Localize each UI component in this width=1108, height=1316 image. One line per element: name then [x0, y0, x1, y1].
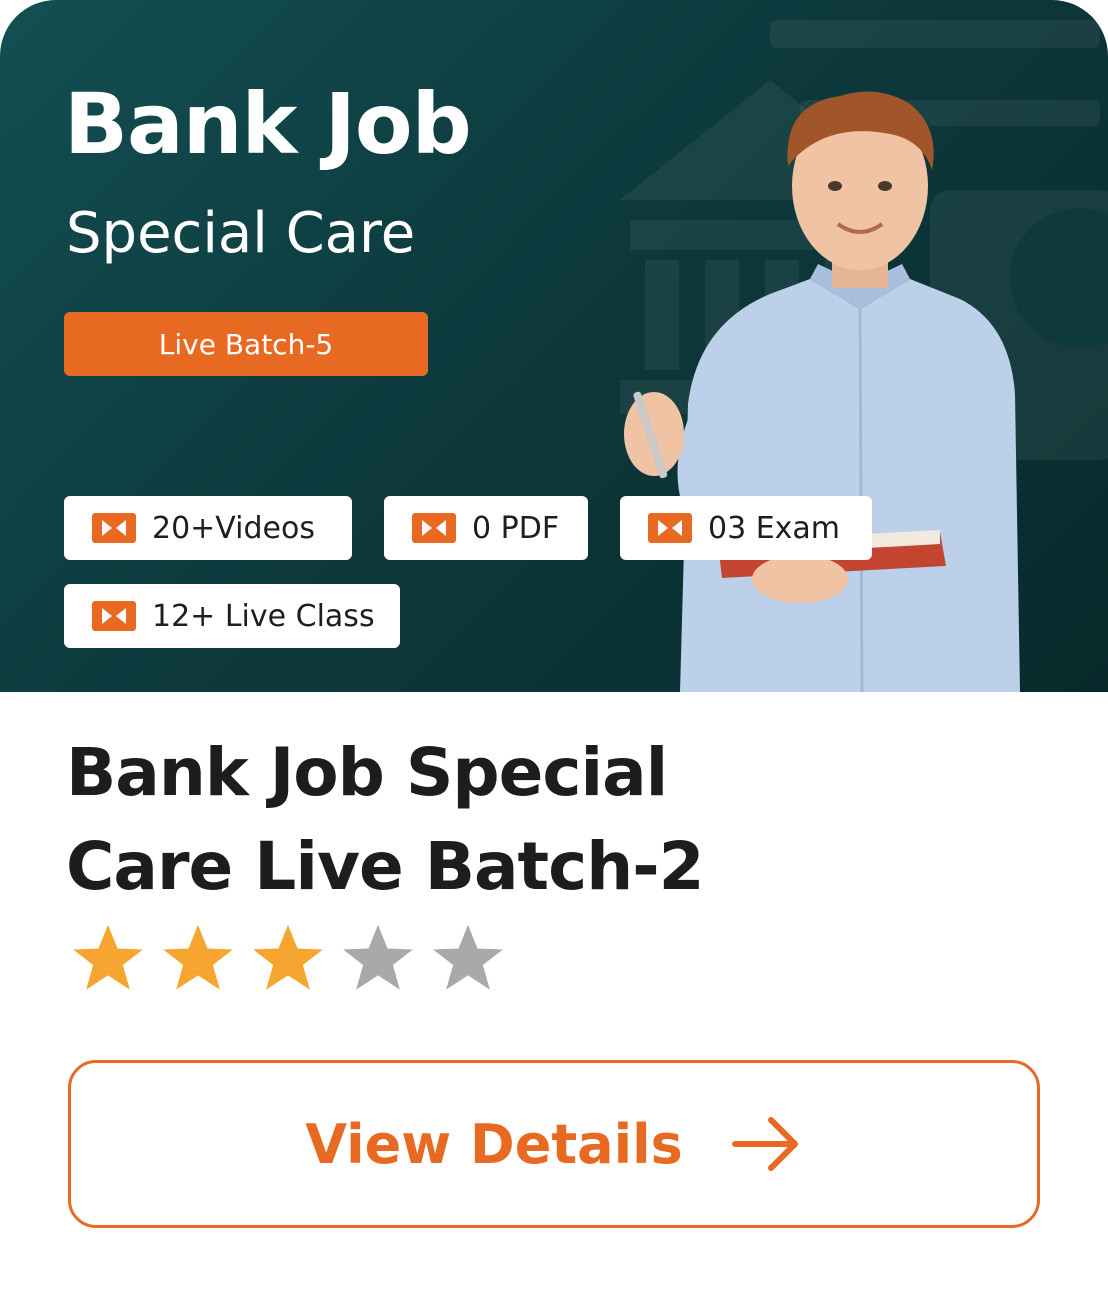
course-title: Bank Job Special Care Live Batch-2: [66, 734, 705, 905]
view-details-button[interactable]: View Details: [68, 1060, 1040, 1228]
banner-title: Bank Job: [64, 75, 472, 173]
star-icon: [343, 924, 413, 990]
course-banner: Bank Job Special Care Live Batch-5 20+Vi…: [0, 0, 1108, 692]
star-rating: [70, 920, 520, 996]
feature-chip-live-class: 12+ Live Class: [64, 584, 400, 648]
view-details-label: View Details: [305, 1112, 683, 1176]
feature-chip-videos: 20+Videos: [64, 496, 352, 560]
star-icon: [253, 924, 323, 990]
course-card[interactable]: Bank Job Special Care Live Batch-5 20+Vi…: [0, 0, 1108, 1316]
feature-label: 12+ Live Class: [152, 598, 375, 634]
video-icon: [92, 513, 136, 543]
feature-label: 20+Videos: [152, 510, 315, 546]
star-icon: [433, 924, 503, 990]
star-icon: [73, 924, 143, 990]
feature-label: 03 Exam: [708, 510, 841, 546]
instructor-image: [624, 91, 1020, 692]
feature-chip-exam: 03 Exam: [620, 496, 872, 560]
feature-chip-pdf: 0 PDF: [384, 496, 588, 560]
arrow-right-icon: [731, 1117, 798, 1171]
banner-subtitle: Special Care: [66, 201, 416, 266]
feature-label: 0 PDF: [472, 510, 560, 546]
star-icon: [163, 924, 233, 990]
video-icon: [648, 513, 692, 543]
batch-badge: Live Batch-5: [64, 312, 428, 376]
video-icon: [92, 601, 136, 631]
video-icon: [412, 513, 456, 543]
